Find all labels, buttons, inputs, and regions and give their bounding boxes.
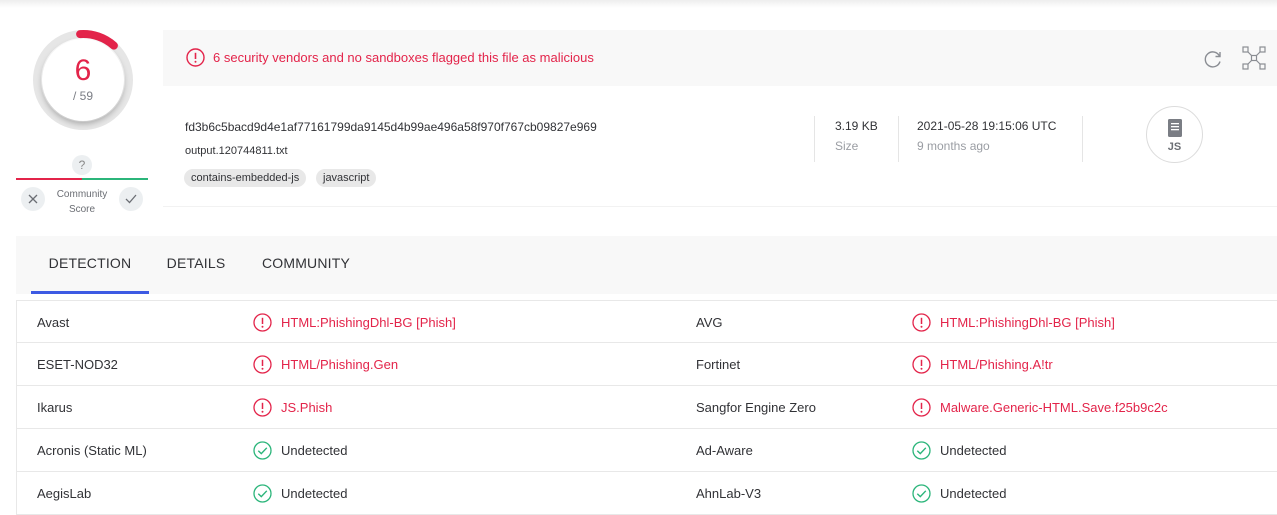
engine-name: Avast [37, 315, 70, 330]
vote-harmless-button[interactable] [119, 187, 143, 211]
community-score-help-icon[interactable]: ? [72, 155, 92, 175]
detection-row: AegisLab Undetected AhnLab-V3 Undetected [16, 472, 1277, 515]
engine-name: ESET-NOD32 [37, 357, 118, 372]
tag-javascript[interactable]: javascript [316, 169, 377, 187]
detection-result-label: Undetected [940, 442, 1007, 458]
detection-result-label: HTML/Phishing.Gen [281, 356, 399, 372]
detection-count: 6 [74, 54, 92, 87]
detection-alert-text: 6 security vendors and no sandboxes flag… [213, 50, 594, 65]
alert-circle-icon [253, 354, 272, 374]
tab-community[interactable]: COMMUNITY [252, 236, 360, 294]
detection-score-gauge: 6 / 59 [31, 28, 135, 132]
file-name: output.120744811.txt [185, 145, 288, 157]
divider [1082, 116, 1083, 162]
report-tabs: DETECTION DETAILS COMMUNITY [16, 236, 1277, 294]
divider [898, 116, 899, 162]
detection-result-malicious[interactable]: Malware.Generic-HTML.Save.f25b9c2c [912, 397, 1168, 417]
detection-result-label: Undetected [940, 485, 1007, 501]
detection-result-malicious[interactable]: HTML:PhishingDhl-BG [Phish] [253, 312, 456, 332]
tab-details[interactable]: DETAILS [159, 236, 233, 294]
detection-row: Acronis (Static ML) Undetected Ad-Aware Und… [16, 429, 1277, 472]
community-score-label-line1: Community [56, 189, 108, 200]
detection-result-undetected: Undetected [253, 440, 348, 460]
alert-circle-icon [912, 354, 931, 374]
reanalyze-icon[interactable] [1202, 48, 1224, 70]
community-score-bar-negative [16, 178, 82, 180]
file-size-label: Size [835, 139, 859, 153]
engine-name: Ikarus [37, 400, 73, 415]
tag-contains-embedded-js[interactable]: contains-embedded-js [184, 169, 307, 187]
engine-name: AhnLab-V3 [696, 486, 762, 501]
detection-result-malicious[interactable]: JS.Phish [253, 397, 332, 417]
tab-detection[interactable]: DETECTION [31, 236, 149, 294]
check-circle-icon [912, 483, 931, 503]
checkmark-icon [125, 194, 137, 204]
top-shadow [0, 0, 1277, 8]
detection-result-malicious[interactable]: HTML:PhishingDhl-BG [Phish] [912, 312, 1115, 332]
detection-result-malicious[interactable]: HTML/Phishing.A!tr [912, 354, 1053, 374]
file-hash[interactable]: fd3b6c5bacd9d4e1af77161799da9145d4b99ae4… [185, 120, 597, 134]
detection-result-label: Malware.Generic-HTML.Save.f25b9c2c [940, 399, 1168, 415]
engine-name: AVG [696, 315, 723, 330]
check-circle-icon [253, 440, 272, 460]
detection-result-label: Undetected [281, 442, 348, 458]
community-score-label-line2: Score [68, 204, 96, 215]
analysis-date: 2021-05-28 19:15:06 UTC [917, 119, 1057, 133]
alert-circle-icon [253, 397, 272, 417]
engine-name: Sangfor Engine Zero [696, 400, 816, 415]
file-type-label: JS [1167, 141, 1182, 153]
community-score-bar [16, 178, 148, 180]
close-icon [28, 194, 38, 204]
engine-total: / 59 [72, 89, 93, 103]
detection-result-label: HTML:PhishingDhl-BG [Phish] [281, 314, 456, 330]
alert-circle-icon [186, 48, 205, 67]
detection-result-label: Undetected [281, 485, 348, 501]
detection-result-undetected: Undetected [253, 483, 348, 503]
detection-row: Ikarus JS.Phish Sangfor Engine Zero Malware… [16, 386, 1277, 429]
detection-result-label: HTML:PhishingDhl-BG [Phish] [940, 314, 1115, 330]
engine-name: AegisLab [37, 486, 92, 501]
gauge-center: 6 / 59 [42, 39, 124, 121]
vote-harmful-button[interactable] [21, 187, 45, 211]
detection-row: ESET-NOD32 HTML/Phishing.Gen Fortinet HTML/… [16, 343, 1277, 386]
alert-circle-icon [912, 312, 931, 332]
analysis-date-relative: 9 months ago [917, 139, 990, 153]
community-score-bar-positive [82, 178, 148, 180]
detection-row: Avast HTML:PhishingDhl-BG [Phish] AVG HTML:… [16, 300, 1277, 343]
detection-result-label: JS.Phish [281, 399, 333, 415]
community-score-label: Community Score [52, 187, 112, 217]
detection-result-undetected: Undetected [912, 440, 1007, 460]
file-summary-card: 6 security vendors and no sandboxes flag… [163, 30, 1277, 207]
file-size-value: 3.19 KB [835, 119, 878, 133]
detection-result-undetected: Undetected [912, 483, 1007, 503]
engine-name: Fortinet [696, 357, 741, 372]
document-icon [1167, 119, 1182, 137]
detection-result-label: HTML/Phishing.A!tr [940, 356, 1053, 372]
check-circle-icon [912, 440, 931, 460]
alert-circle-icon [912, 397, 931, 417]
detection-result-malicious[interactable]: HTML/Phishing.Gen [253, 354, 398, 374]
detection-table: Avast HTML:PhishingDhl-BG [Phish] AVG HTML:… [16, 300, 1277, 515]
divider [814, 116, 815, 162]
graph-icon[interactable] [1242, 46, 1266, 70]
check-circle-icon [253, 483, 272, 503]
file-type-badge: JS [1146, 106, 1203, 163]
engine-name: Acronis (Static ML) [37, 443, 147, 458]
alert-circle-icon [253, 312, 272, 332]
engine-name: Ad-Aware [696, 443, 753, 458]
detection-alert-bar: 6 security vendors and no sandboxes flag… [163, 30, 1277, 86]
